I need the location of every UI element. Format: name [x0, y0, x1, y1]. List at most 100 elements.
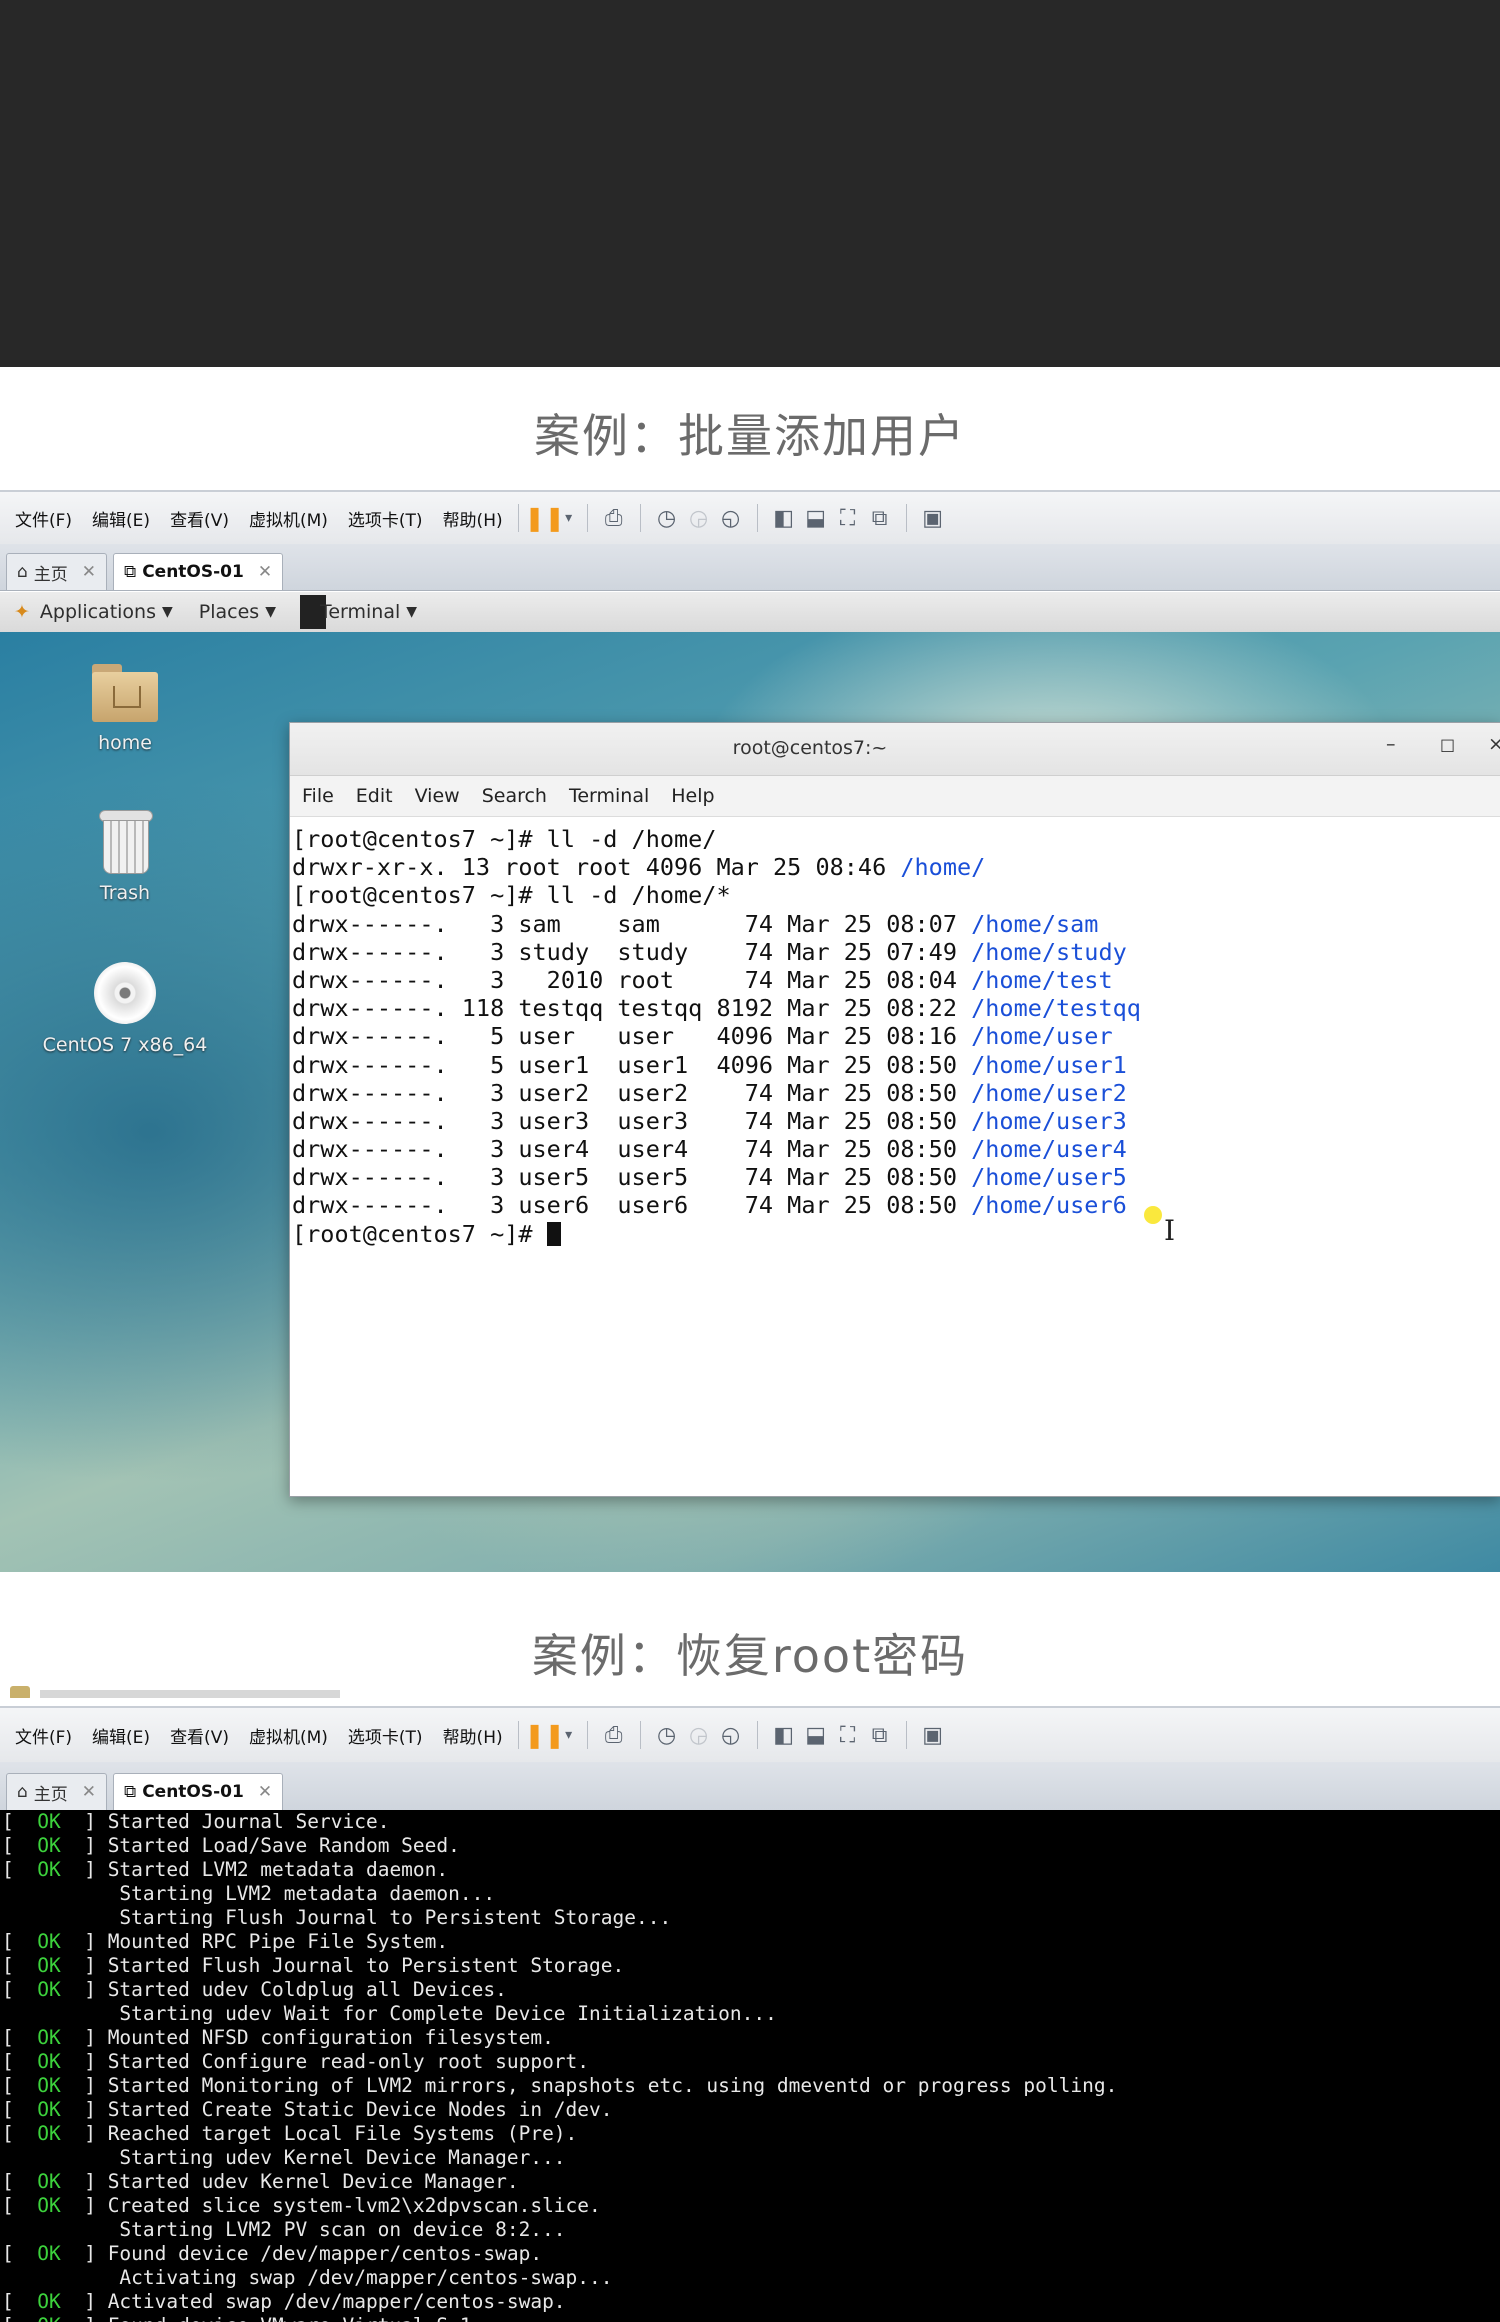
video-dark-area: [0, 0, 1500, 367]
snapshot-manager-icon[interactable]: ◵: [715, 503, 747, 533]
console-view-icon[interactable]: ▣: [917, 1720, 949, 1750]
tab-home[interactable]: ⌂ 主页 ✕: [6, 553, 108, 590]
bracket: ]: [72, 1978, 108, 2001]
close-icon[interactable]: ✕: [258, 562, 272, 582]
applications-menu[interactable]: ✦ Applications ▼: [14, 601, 173, 623]
terminal-line: drwx------. 5 user user 4096 Mar 25 08:1…: [292, 1022, 1500, 1050]
send-ctrl-alt-del-icon[interactable]: ⎙: [598, 503, 630, 533]
menu-tabs[interactable]: 选项卡(T): [343, 506, 428, 531]
terminal-line-text: drwx------. 5 user1 user1 4096 Mar 25 08…: [292, 1050, 972, 1079]
terminal-line-text: drwx------. 3 2010 root 74 Mar 25 08:04: [292, 965, 972, 994]
terminal-line: drwxr-xr-x. 13 root root 4096 Mar 25 08:…: [292, 853, 1500, 881]
console-line-text: Started Create Static Device Nodes in /d…: [107, 2098, 613, 2121]
terminal-titlebar[interactable]: root@centos7:~ – □ ×: [290, 723, 1500, 776]
chevron-down-icon[interactable]: ▾: [561, 1720, 577, 1750]
unity-icon[interactable]: ⧉: [864, 1720, 896, 1750]
ok-status: OK: [25, 2026, 73, 2049]
terminal-line: drwx------. 3 user2 user2 74 Mar 25 08:5…: [292, 1079, 1500, 1107]
menu-help[interactable]: Help: [671, 785, 714, 807]
tab-centos-01[interactable]: ⧉ CentOS-01 ✕: [113, 1773, 284, 1810]
terminal-line: drwx------. 3 2010 root 74 Mar 25 08:04 …: [292, 966, 1500, 994]
places-menu[interactable]: Places ▼: [199, 601, 276, 623]
fullscreen-icon[interactable]: ⛶: [832, 503, 864, 533]
menu-terminal[interactable]: Terminal: [569, 785, 649, 807]
menu-edit[interactable]: Edit: [356, 785, 393, 807]
menu-file[interactable]: 文件(F): [10, 506, 77, 531]
menu-view[interactable]: 查看(V): [165, 1723, 234, 1748]
chevron-down-icon[interactable]: ▾: [561, 503, 577, 533]
terminal-path: /home/user3: [971, 1106, 1127, 1135]
i-beam-cursor-icon: I: [1164, 1214, 1176, 1247]
boot-console[interactable]: [ OK ] Started Journal Service.[ OK ] St…: [0, 1810, 1500, 2322]
console-line: Starting Flush Journal to Persistent Sto…: [0, 1906, 1500, 1930]
console-line: [ OK ] Started udev Coldplug all Devices…: [0, 1978, 1500, 2002]
maximize-icon[interactable]: □: [1440, 735, 1455, 754]
menu-edit[interactable]: 编辑(E): [87, 506, 155, 531]
unity-icon[interactable]: ⧉: [864, 503, 896, 533]
tab-centos-label: CentOS-01: [142, 1782, 244, 1802]
terminal-menubar: File Edit View Search Terminal Help: [290, 776, 1500, 817]
terminal-path: /home/user5: [971, 1163, 1127, 1192]
terminal-path: /home/user1: [971, 1050, 1127, 1079]
thumbnail-bar-icon[interactable]: ⬓: [800, 503, 832, 533]
menu-vm[interactable]: 虚拟机(M): [244, 506, 333, 531]
desktop-icon-disc[interactable]: CentOS 7 x86_64: [30, 962, 220, 1056]
ok-status: OK: [25, 1954, 73, 1977]
terminal-path: /home/user2: [971, 1078, 1127, 1107]
terminal-window[interactable]: root@centos7:~ – □ × File Edit View Sear…: [289, 722, 1500, 1497]
close-icon[interactable]: ✕: [258, 1782, 272, 1802]
terminal-app-label: Terminal: [319, 601, 401, 623]
sidebar-toggle-icon[interactable]: ◧: [768, 503, 800, 533]
menu-view[interactable]: 查看(V): [165, 506, 234, 531]
pause-icon[interactable]: ❚❚: [525, 503, 565, 533]
menu-edit[interactable]: 编辑(E): [87, 1723, 155, 1748]
pause-icon[interactable]: ❚❚: [525, 1720, 565, 1750]
desktop-icon-home[interactable]: home: [30, 664, 220, 754]
menu-help[interactable]: 帮助(H): [438, 506, 508, 531]
console-line-text: Reached target Local File Systems (Pre).: [107, 2122, 578, 2145]
disc-icon: [94, 962, 156, 1024]
minimize-icon[interactable]: –: [1386, 733, 1396, 755]
menu-view[interactable]: View: [415, 785, 460, 807]
menu-file[interactable]: File: [302, 785, 334, 807]
console-line: Activating swap /dev/mapper/centos-swap.…: [0, 2266, 1500, 2290]
tab-home[interactable]: ⌂ 主页 ✕: [6, 1773, 108, 1810]
terminal-output[interactable]: [root@centos7 ~]# ll -d /home/drwxr-xr-x…: [290, 817, 1500, 1248]
snapshot-icon[interactable]: ◷: [651, 1720, 683, 1750]
close-icon[interactable]: ×: [1488, 733, 1500, 755]
revert-snapshot-icon[interactable]: ◶: [683, 503, 715, 533]
desktop-icon-trash[interactable]: Trash: [30, 810, 220, 904]
menu-vm[interactable]: 虚拟机(M): [244, 1723, 333, 1748]
fullscreen-icon[interactable]: ⛶: [832, 1720, 864, 1750]
terminal-app-menu[interactable]: Terminal ▼: [299, 595, 417, 629]
close-icon[interactable]: ✕: [82, 562, 96, 582]
menu-help[interactable]: 帮助(H): [438, 1723, 508, 1748]
console-line: [ OK ] Started Load/Save Random Seed.: [0, 1834, 1500, 1858]
menu-file[interactable]: 文件(F): [10, 1723, 77, 1748]
menu-tabs[interactable]: 选项卡(T): [343, 1723, 428, 1748]
console-line: [ OK ] Activated swap /dev/mapper/centos…: [0, 2290, 1500, 2314]
console-line-text: Starting udev Wait for Complete Device I…: [119, 2002, 777, 2025]
bracket: ]: [72, 2194, 108, 2217]
bracket: ]: [72, 2074, 108, 2097]
vmware-tab-strip-bottom: ⌂ 主页 ✕ ⧉ CentOS-01 ✕: [0, 1762, 1500, 1811]
toolbar-separator: [905, 504, 907, 532]
terminal-path: /home/study: [971, 937, 1127, 966]
snapshot-icon[interactable]: ◷: [651, 503, 683, 533]
thumbnail-bar-icon[interactable]: ⬓: [800, 1720, 832, 1750]
close-icon[interactable]: ✕: [82, 1782, 96, 1802]
bracket: ]: [72, 2122, 108, 2145]
revert-snapshot-icon[interactable]: ◶: [683, 1720, 715, 1750]
terminal-line: drwx------. 3 sam sam 74 Mar 25 08:07 /h…: [292, 910, 1500, 938]
tab-centos-01[interactable]: ⧉ CentOS-01 ✕: [113, 553, 284, 590]
send-ctrl-alt-del-icon[interactable]: ⎙: [598, 1720, 630, 1750]
sidebar-toggle-icon[interactable]: ◧: [768, 1720, 800, 1750]
console-line-text: Mounted NFSD configuration filesystem.: [107, 2026, 554, 2049]
console-view-icon[interactable]: ▣: [917, 503, 949, 533]
snapshot-manager-icon[interactable]: ◵: [715, 1720, 747, 1750]
terminal-path: /home/user6: [971, 1191, 1127, 1220]
console-line-text: Started Flush Journal to Persistent Stor…: [107, 1954, 625, 1977]
chevron-down-icon: ▼: [161, 604, 173, 620]
menu-search[interactable]: Search: [482, 785, 547, 807]
